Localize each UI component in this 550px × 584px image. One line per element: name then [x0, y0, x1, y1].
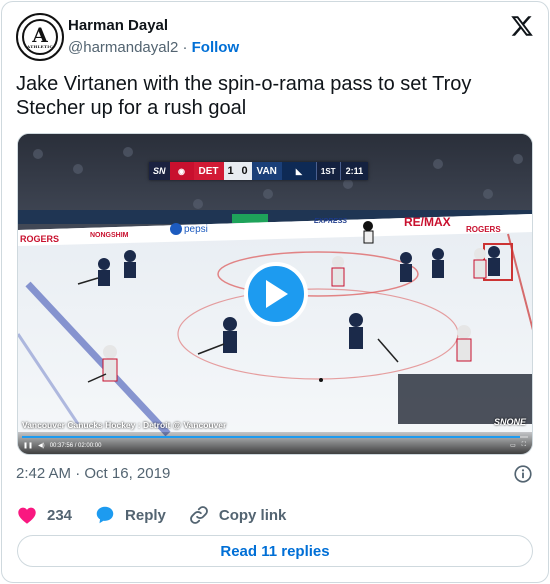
read-replies-button[interactable]: Read 11 replies	[17, 535, 533, 567]
progress-track[interactable]	[22, 436, 528, 438]
board-ad-pepsi: pepsi	[184, 224, 208, 235]
board-ad-rogers-left: ROGERS	[20, 234, 59, 244]
avatar-text: ATHLETIC	[27, 43, 53, 49]
player-right-controls: ▭ ⛶	[510, 442, 526, 449]
pause-icon[interactable]: ❚❚	[23, 442, 33, 449]
board-ad-remax: RE/MAX	[404, 215, 451, 229]
scorebug-period: 1ST	[315, 162, 340, 180]
progress-fill	[22, 436, 521, 438]
link-icon	[189, 506, 208, 524]
like-count: 234	[47, 506, 73, 524]
play-button[interactable]	[244, 262, 308, 326]
tweet-text: Jake Virtanen with the spin-o-rama pass …	[16, 73, 472, 119]
user-block: Harman Dayal @harmandayal2 · Follow	[68, 16, 239, 58]
timestamp-row: 2:42 AM · Oct 16, 2019	[16, 464, 170, 484]
volume-icon[interactable]: ◀)	[38, 442, 45, 449]
avatar[interactable]: A ATHLETIC	[16, 13, 64, 61]
play-icon	[266, 280, 288, 308]
scorebug-score1: 1	[223, 162, 238, 180]
heart-icon	[18, 507, 36, 524]
like-button[interactable]: 234	[16, 504, 72, 526]
scorebug-score2: 0	[237, 162, 252, 180]
avatar-letter: A	[32, 22, 48, 47]
tweet-date[interactable]: Oct 16, 2019	[84, 465, 170, 482]
handle-row: @harmandayal2 · Follow	[68, 38, 239, 58]
network-tag: SNONE	[493, 417, 526, 427]
scorebug-network: SN	[149, 162, 170, 180]
broadcast-caption: Vancouver Canucks Hockey : Detroit @ Van…	[22, 420, 227, 430]
copy-link-button[interactable]: Copy link	[188, 504, 287, 526]
board-ad-express: EXPRESS	[314, 218, 347, 225]
athletic-logo: A ATHLETIC	[22, 19, 58, 55]
separator: ·	[182, 39, 188, 56]
fullscreen-icon[interactable]: ⛶	[522, 442, 526, 449]
tweet-time[interactable]: 2:42 AM	[16, 465, 71, 482]
board-ad-rogers-right: ROGERS	[466, 225, 501, 234]
player-left-controls: ❚❚ ◀) 00:37:56 / 02:00:00	[23, 442, 102, 450]
reply-button[interactable]: Reply	[94, 504, 166, 526]
reply-label: Reply	[125, 506, 166, 524]
time-readout: 00:37:56 / 02:00:00	[49, 442, 102, 449]
handle[interactable]: @harmandayal2	[68, 39, 178, 56]
board-ad-nongshim: NONGSHIM	[90, 232, 129, 239]
red-wings-logo-icon: ◉	[169, 162, 194, 180]
video-player[interactable]: ROGERS NONGSHIM pepsi EXPRESS RE/MAX ROG…	[17, 133, 533, 455]
display-name[interactable]: Harman Dayal	[68, 16, 239, 36]
scorebug-team1: DET	[193, 162, 224, 180]
reply-bubble-icon	[96, 506, 114, 524]
timestamp-separator: ·	[75, 465, 81, 482]
scorebug-clock: 2:11	[339, 162, 369, 180]
player-controls: ❚❚ ◀) 00:37:56 / 02:00:00 ▭ ⛶	[18, 432, 532, 454]
follow-link[interactable]: Follow	[192, 39, 240, 56]
x-logo-icon[interactable]	[510, 14, 534, 38]
action-bar: 234 Reply Copy link	[16, 503, 308, 527]
scorebug-team2: VAN	[251, 162, 282, 180]
canucks-logo-icon: ◣	[281, 162, 316, 180]
tweet-header: A ATHLETIC Harman Dayal @harmandayal2 · …	[16, 12, 534, 62]
info-icon[interactable]	[512, 463, 534, 485]
scorebug: SN ◉ DET 1 0 VAN ◣ 1ST 2:11	[149, 162, 369, 180]
captions-icon[interactable]: ▭	[510, 442, 516, 449]
copy-link-label: Copy link	[218, 506, 287, 524]
